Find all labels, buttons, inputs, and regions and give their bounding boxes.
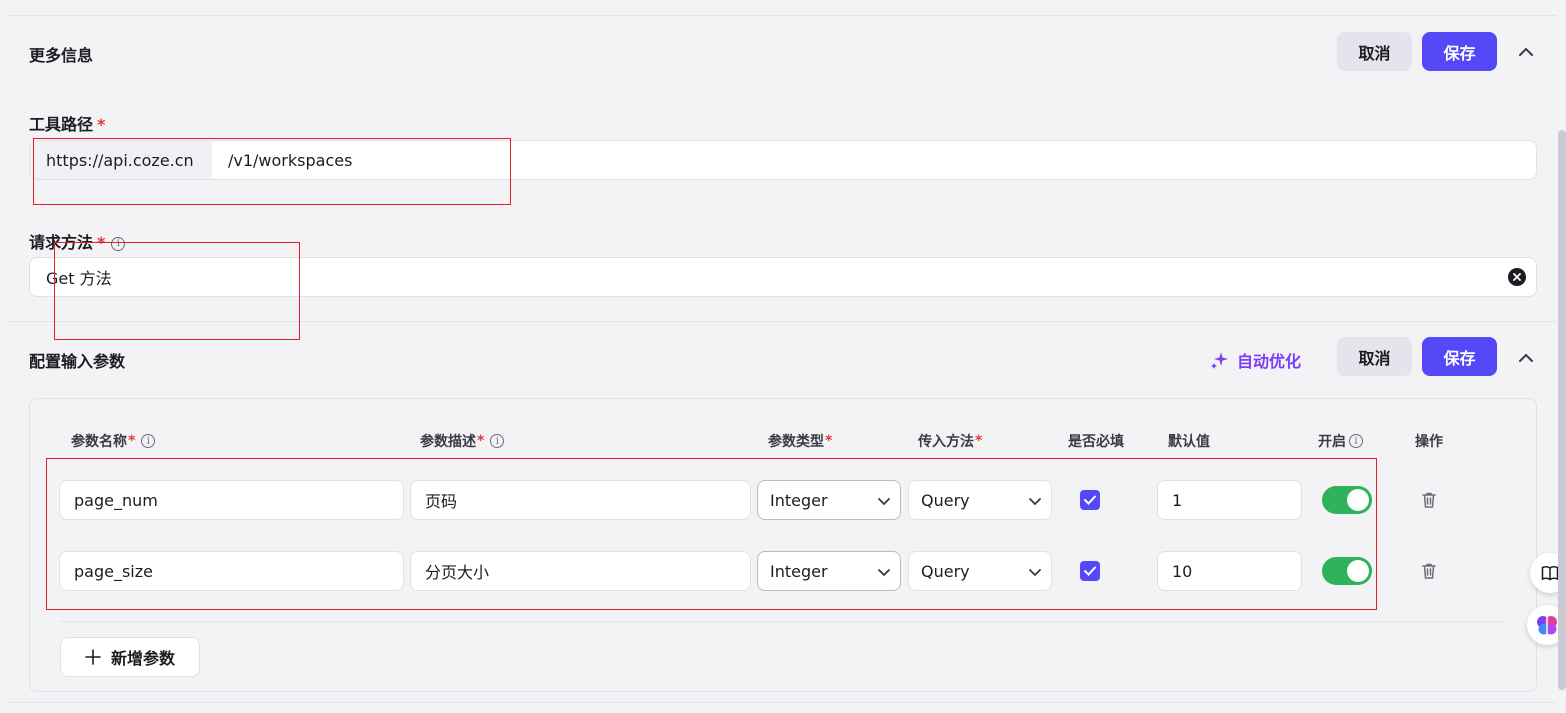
chevron-up-icon[interactable] <box>1516 42 1536 62</box>
info-icon[interactable]: i <box>1349 434 1363 448</box>
chevron-down-icon <box>1029 569 1041 577</box>
info-icon[interactable]: i <box>490 434 505 448</box>
required-checkbox[interactable] <box>1080 490 1100 510</box>
request-method-value: Get 方法 <box>46 269 112 288</box>
param-method-select[interactable]: Query <box>908 480 1052 520</box>
chevron-up-icon[interactable] <box>1516 348 1536 368</box>
header-required: 是否必填 <box>1068 434 1124 450</box>
chevron-down-icon <box>878 569 890 577</box>
input-params-title: 配置输入参数 <box>29 352 126 371</box>
auto-optimize-button[interactable]: 自动优化 <box>1211 348 1301 372</box>
enabled-toggle[interactable] <box>1322 486 1372 514</box>
param-type-select[interactable]: Integer <box>757 551 901 591</box>
param-type-select[interactable]: Integer <box>757 480 901 520</box>
enabled-toggle[interactable] <box>1322 557 1372 585</box>
save-button[interactable]: 保存 <box>1422 32 1497 71</box>
param-type-value: Integer <box>770 561 828 581</box>
check-icon <box>1084 495 1096 505</box>
header-param-method: 传入方法 * <box>918 433 983 450</box>
header-param-description: 参数描述 * i <box>420 431 505 451</box>
trash-icon[interactable] <box>1420 491 1438 509</box>
check-icon <box>1084 566 1096 576</box>
param-name-input[interactable]: page_size <box>59 551 404 591</box>
default-value-input[interactable]: 1 <box>1157 480 1302 520</box>
url-prefix: https://api.coze.cn <box>30 141 212 179</box>
required-checkbox[interactable] <box>1080 561 1100 581</box>
info-icon[interactable]: i <box>111 236 126 251</box>
header-param-name: 参数名称 * i <box>71 431 156 451</box>
clear-icon[interactable] <box>1508 268 1526 286</box>
table-divider <box>60 621 1506 622</box>
more-info-section: 更多信息 取消 保存 工具路径 * https://api.coze.cn /v1… <box>9 15 1557 321</box>
param-method-value: Query <box>921 490 970 510</box>
param-description-input[interactable]: 页码 <box>410 480 751 520</box>
cancel-button[interactable]: 取消 <box>1337 337 1412 376</box>
param-type-value: Integer <box>770 490 828 510</box>
chevron-down-icon <box>878 498 890 506</box>
input-params-section: 配置输入参数 自动优化 取消 保存 参数名称 * i 参数描述 * i 参数类型 * 传入… <box>9 321 1557 703</box>
param-method-select[interactable]: Query <box>908 551 1052 591</box>
add-param-button[interactable]: 新增参数 <box>60 637 200 677</box>
scrollbar-thumb[interactable] <box>1558 130 1566 690</box>
params-table: 参数名称 * i 参数描述 * i 参数类型 * 传入方法 * 是否必填 默认值 开启 i 操… <box>29 398 1537 692</box>
param-method-value: Query <box>921 561 970 581</box>
save-button[interactable]: 保存 <box>1422 337 1497 376</box>
tool-path-label: 工具路径 * <box>29 115 106 134</box>
tool-editor-page: 更多信息 取消 保存 工具路径 * https://api.coze.cn /v1… <box>0 0 1566 713</box>
more-info-title: 更多信息 <box>29 46 94 65</box>
request-method-label: 请求方法 * i <box>29 229 126 253</box>
default-value-input[interactable]: 10 <box>1157 551 1302 591</box>
chevron-down-icon <box>1029 498 1041 506</box>
param-name-input[interactable]: page_num <box>59 480 404 520</box>
plus-icon <box>85 649 101 665</box>
sparkle-icon <box>1211 352 1228 369</box>
trash-icon[interactable] <box>1420 562 1438 580</box>
info-icon[interactable]: i <box>141 434 156 448</box>
required-mark: * <box>97 233 106 252</box>
header-default: 默认值 <box>1168 434 1210 450</box>
header-param-type: 参数类型 * <box>768 433 833 450</box>
header-enabled: 开启 i <box>1318 431 1363 451</box>
tool-path-field[interactable]: https://api.coze.cn /v1/workspaces <box>29 140 1537 180</box>
request-method-select[interactable]: Get 方法 <box>29 257 1537 297</box>
url-path-input[interactable]: /v1/workspaces <box>228 141 352 179</box>
section-divider <box>9 702 1557 703</box>
cancel-button[interactable]: 取消 <box>1337 32 1412 71</box>
required-mark: * <box>97 115 106 134</box>
header-actions: 操作 <box>1415 434 1443 450</box>
param-description-input[interactable]: 分页大小 <box>410 551 751 591</box>
